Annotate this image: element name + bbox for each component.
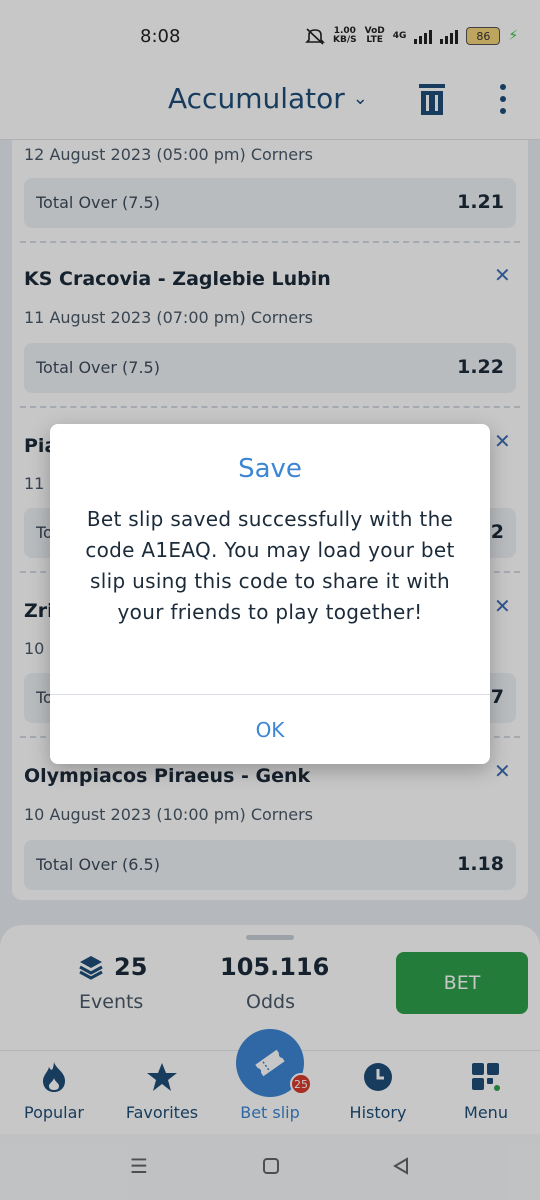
save-dialog: Save Bet slip saved successfully with th…	[50, 424, 490, 764]
dialog-message: Bet slip saved successfully with the cod…	[85, 507, 455, 624]
dialog-title: Save	[238, 454, 302, 484]
ok-button[interactable]: OK	[220, 706, 320, 754]
dialog-divider	[50, 694, 490, 695]
